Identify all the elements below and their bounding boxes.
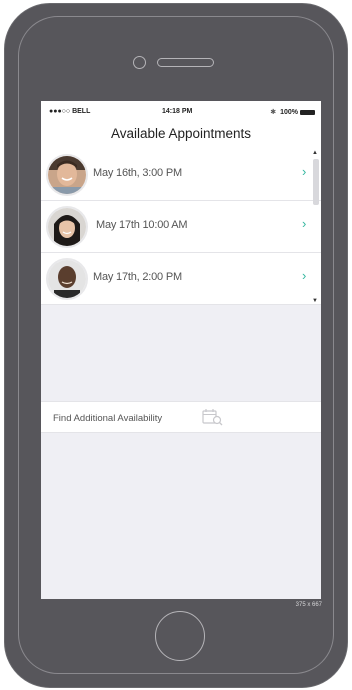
carrier-label: ●●●○○ BELL: [49, 108, 91, 115]
app-screen: ●●●○○ BELL 14:18 PM ✱ 100% Available App…: [41, 101, 321, 599]
home-button[interactable]: [155, 611, 205, 661]
appointment-list: May 16th, 3:00 PM › May 17th 10:00 AM ›: [41, 149, 321, 305]
calendar-search-icon[interactable]: [202, 408, 224, 431]
status-time: 14:18 PM: [162, 108, 193, 115]
avatar: [46, 258, 88, 300]
scroll-down-icon[interactable]: ▼: [312, 298, 318, 304]
appointment-time: May 16th, 3:00 PM: [93, 167, 182, 179]
navigation-bar: Available Appointments: [41, 121, 321, 149]
find-availability-label: Find Additional Availability: [53, 413, 163, 424]
find-availability-row[interactable]: Find Additional Availability: [41, 401, 321, 433]
scroll-up-icon[interactable]: ▲: [312, 150, 318, 156]
battery-icon: [300, 109, 315, 115]
speaker-icon: [157, 58, 214, 67]
appointment-row-1[interactable]: May 16th, 3:00 PM ›: [41, 149, 321, 201]
avatar: [46, 206, 88, 248]
page-title: Available Appointments: [110, 126, 252, 141]
appointment-row-2[interactable]: May 17th 10:00 AM ›: [41, 201, 321, 253]
appointment-row-3[interactable]: May 17th, 2:00 PM ›: [41, 253, 321, 305]
chevron-right-icon: ›: [302, 216, 307, 231]
status-bar: ●●●○○ BELL 14:18 PM ✱ 100%: [41, 101, 321, 121]
scroll-thumb[interactable]: [313, 159, 319, 205]
chevron-right-icon: ›: [302, 164, 307, 179]
battery-percent: 100%: [280, 108, 298, 116]
bluetooth-icon: ✱: [270, 109, 277, 116]
appointment-time: May 17th 10:00 AM: [96, 219, 188, 231]
battery-indicator: ✱ 100%: [270, 108, 315, 116]
camera-icon: [133, 56, 146, 69]
appointment-time: May 17th, 2:00 PM: [93, 271, 182, 283]
chevron-right-icon: ›: [302, 268, 307, 283]
avatar: [46, 154, 88, 196]
scrollbar[interactable]: ▲ ▼: [312, 150, 320, 304]
device-size-label: 375 x 667: [295, 602, 322, 608]
